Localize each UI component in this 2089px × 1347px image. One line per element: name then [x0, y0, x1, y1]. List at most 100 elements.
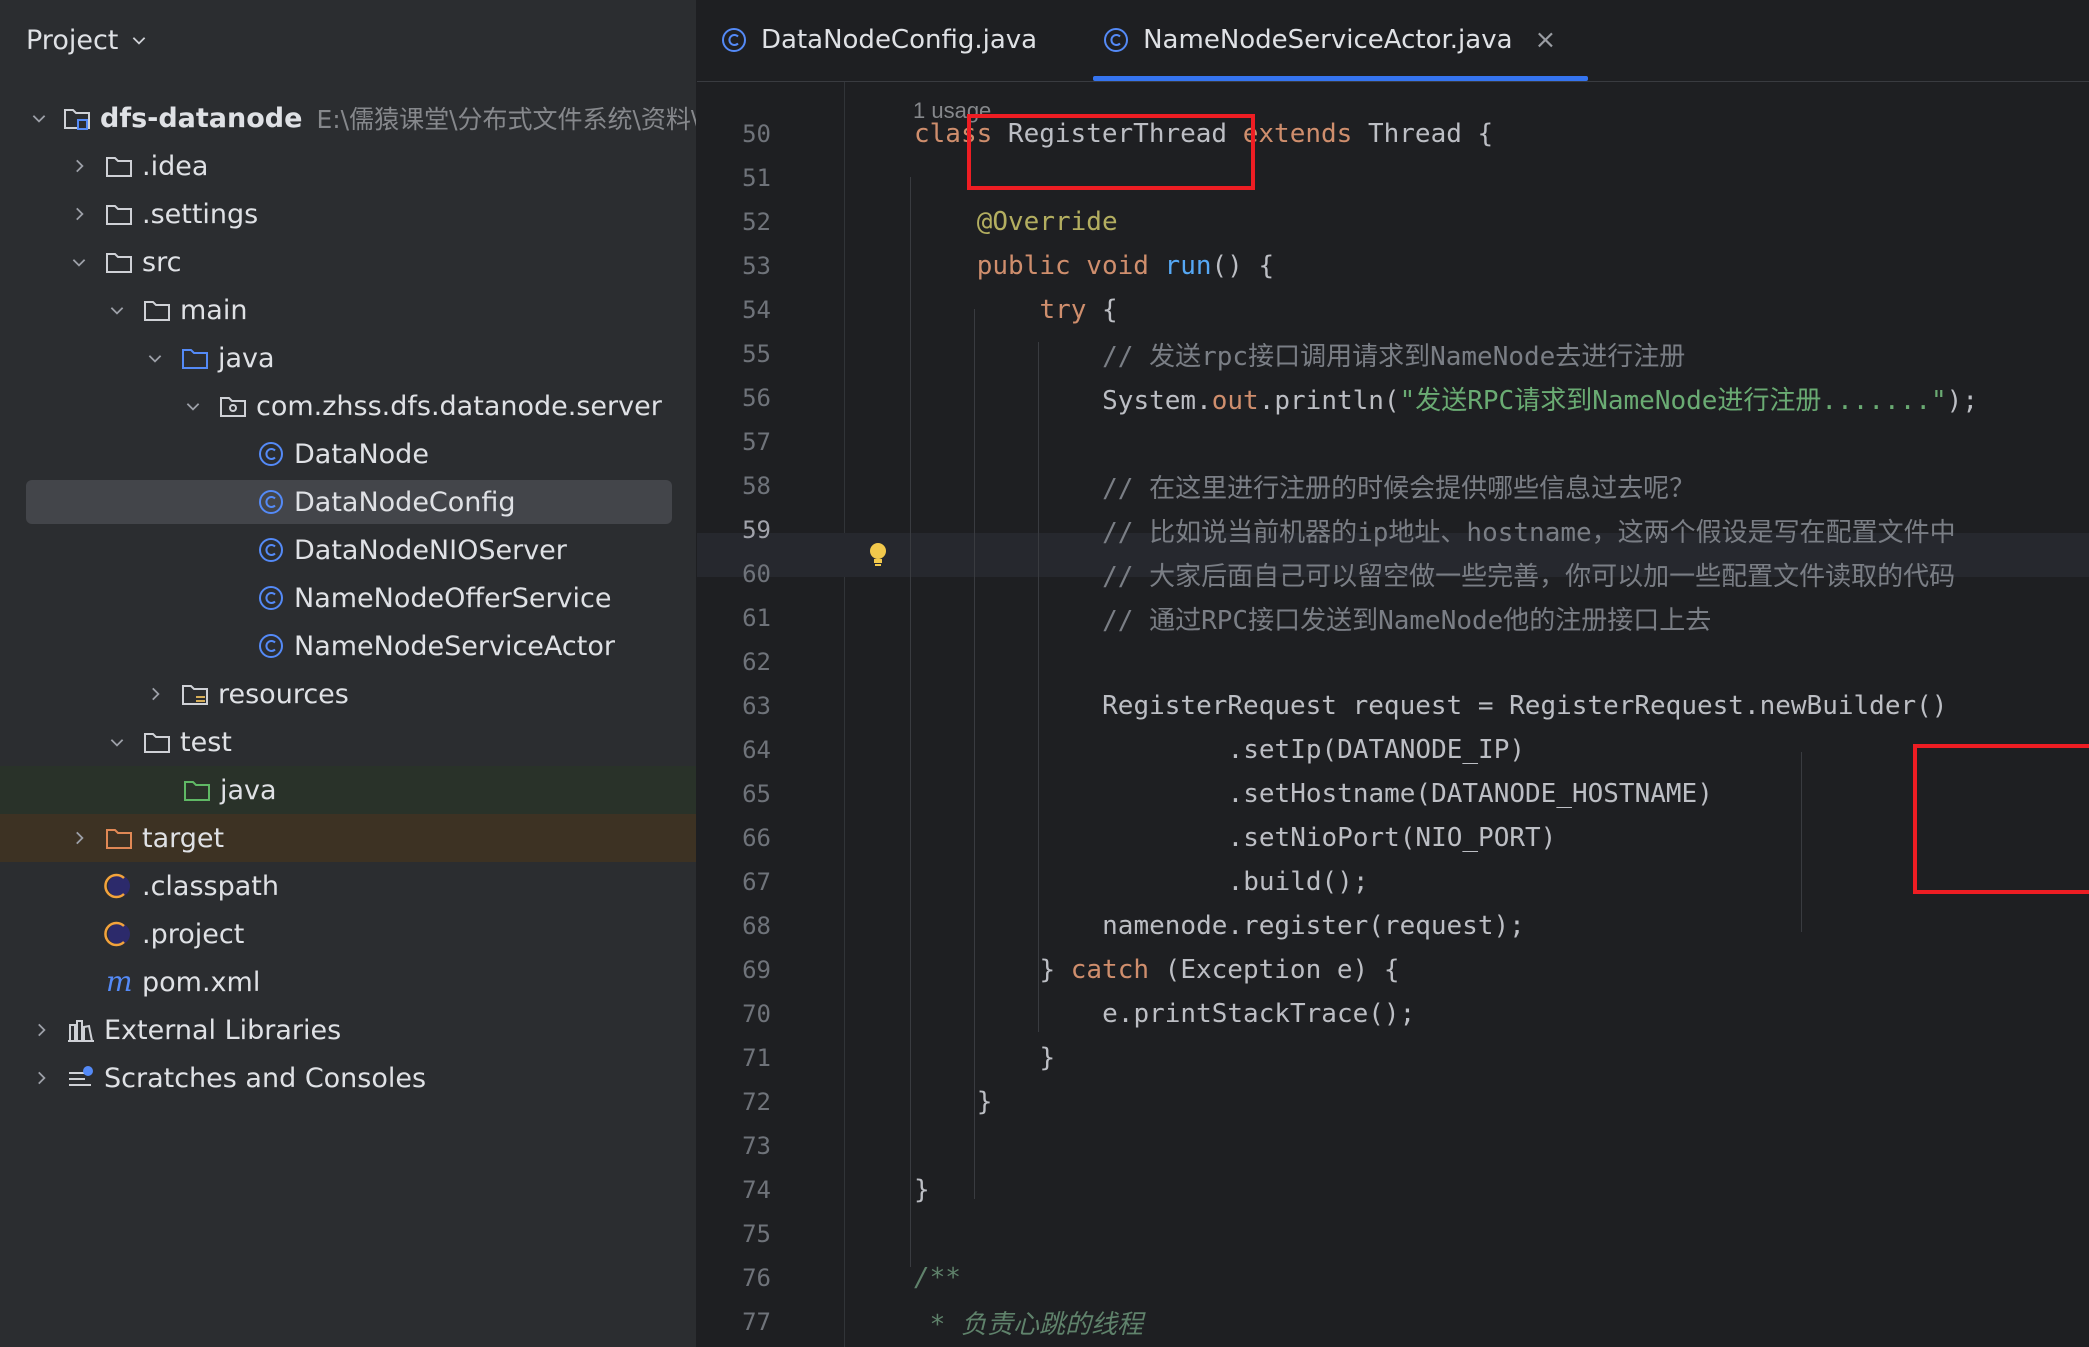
chevron-down-icon[interactable]: [182, 395, 204, 417]
line-number[interactable]: 59: [697, 516, 771, 544]
chevron-down-icon[interactable]: [68, 251, 90, 273]
tab-datanodeconfig[interactable]: DataNodeConfig.java: [719, 0, 1061, 81]
line-number[interactable]: 67: [697, 868, 771, 896]
project-panel-header[interactable]: Project: [0, 0, 696, 80]
code-line[interactable]: 56 System.out.println("发送RPC请求到NameNode进行…: [697, 376, 2089, 420]
tab-namenodeserviceactor[interactable]: NameNodeServiceActor.java ×: [1093, 0, 1589, 81]
tree-item-classpath[interactable]: .classpath: [0, 862, 696, 910]
code-line[interactable]: 52 @Override: [697, 200, 2089, 244]
line-number[interactable]: 65: [697, 780, 771, 808]
tree-item-java-test[interactable]: java: [0, 766, 696, 814]
line-number[interactable]: 53: [697, 252, 771, 280]
code-line[interactable]: 54 try {: [697, 288, 2089, 332]
chevron-right-icon[interactable]: [68, 827, 90, 849]
code-line[interactable]: 69} catch (Exception e) {: [697, 948, 2089, 992]
line-number[interactable]: 64: [697, 736, 771, 764]
line-number[interactable]: 54: [697, 296, 771, 324]
code-line[interactable]: 70 e.printStackTrace();: [697, 992, 2089, 1036]
line-number[interactable]: 76: [697, 1264, 771, 1292]
line-number[interactable]: 57: [697, 428, 771, 456]
chevron-down-icon[interactable]: [106, 299, 128, 321]
code-line[interactable]: 55 // 发送rpc接口调用请求到NameNode去进行注册: [697, 332, 2089, 376]
line-number[interactable]: 71: [697, 1044, 771, 1072]
tree-item-src[interactable]: src: [0, 238, 696, 286]
line-number[interactable]: 66: [697, 824, 771, 852]
line-number[interactable]: 55: [697, 340, 771, 368]
code-line[interactable]: 74}: [697, 1168, 2089, 1212]
code-line[interactable]: 53 public void run() {: [697, 244, 2089, 288]
line-number[interactable]: 68: [697, 912, 771, 940]
tree-item-datanode[interactable]: DataNode: [0, 430, 696, 478]
code-line[interactable]: 59 // 比如说当前机器的ip地址、hostname，这两个假设是写在配置文件中: [697, 508, 2089, 552]
chevron-right-icon[interactable]: [30, 1019, 52, 1041]
line-number[interactable]: 60: [697, 560, 771, 588]
line-number[interactable]: 70: [697, 1000, 771, 1028]
code-line[interactable]: 72}: [697, 1080, 2089, 1124]
line-number[interactable]: 74: [697, 1176, 771, 1204]
line-number[interactable]: 72: [697, 1088, 771, 1116]
code-line[interactable]: 68 namenode.register(request);: [697, 904, 2089, 948]
code-token: }: [1039, 955, 1071, 985]
line-number[interactable]: 52: [697, 208, 771, 236]
line-number[interactable]: 69: [697, 956, 771, 984]
chevron-down-icon[interactable]: [144, 347, 166, 369]
code-line[interactable]: 62: [697, 640, 2089, 684]
code-text: // 发送rpc接口调用请求到NameNode去进行注册: [1102, 336, 1685, 373]
chevron-right-icon[interactable]: [144, 683, 166, 705]
code-line[interactable]: 65 .setHostname(DATANODE_HOSTNAME): [697, 772, 2089, 816]
lightbulb-icon[interactable]: [865, 540, 891, 570]
code-line[interactable]: 60 // 大家后面自己可以留空做一些完善，你可以加一些配置文件读取的代码: [697, 552, 2089, 596]
tree-item-datanodenioserver[interactable]: DataNodeNIOServer: [0, 526, 696, 574]
code-editor[interactable]: 1 usage 50 class RegisterThread extends T…: [697, 82, 2089, 1347]
tree-item-package[interactable]: com.zhss.dfs.datanode.server: [0, 382, 696, 430]
chevron-right-icon[interactable]: [68, 155, 90, 177]
tree-item-external-libraries[interactable]: External Libraries: [0, 1006, 696, 1054]
tree-item-namenodeserviceactor[interactable]: NameNodeServiceActor: [0, 622, 696, 670]
tree-item-project-file[interactable]: .project: [0, 910, 696, 958]
tree-item-target[interactable]: target: [0, 814, 696, 862]
code-line[interactable]: 58 // 在这里进行注册的时候会提供哪些信息过去呢？: [697, 464, 2089, 508]
chevron-down-icon[interactable]: [130, 31, 148, 49]
chevron-down-icon[interactable]: [106, 731, 128, 753]
code-line[interactable]: 73: [697, 1124, 2089, 1168]
line-number[interactable]: 51: [697, 164, 771, 192]
line-number[interactable]: 50: [697, 120, 771, 148]
code-line[interactable]: 57: [697, 420, 2089, 464]
tree-item-resources[interactable]: resources: [0, 670, 696, 718]
line-number[interactable]: 77: [697, 1308, 771, 1336]
tree-item-test[interactable]: test: [0, 718, 696, 766]
chevron-right-icon[interactable]: [30, 1067, 52, 1089]
code-line[interactable]: 50 class RegisterThread extends Thread {: [697, 112, 2089, 156]
tree-item-idea[interactable]: .idea: [0, 142, 696, 190]
close-icon[interactable]: ×: [1535, 25, 1557, 55]
tree-item-scratches[interactable]: Scratches and Consoles: [0, 1054, 696, 1102]
code-line[interactable]: 71}: [697, 1036, 2089, 1080]
code-line[interactable]: 67 .build();: [697, 860, 2089, 904]
line-number[interactable]: 73: [697, 1132, 771, 1160]
tree-item-pom[interactable]: m pom.xml: [0, 958, 696, 1006]
code-line[interactable]: 64 .setIp(DATANODE_IP): [697, 728, 2089, 772]
line-number[interactable]: 61: [697, 604, 771, 632]
line-number[interactable]: 58: [697, 472, 771, 500]
code-line[interactable]: 63 RegisterRequest request = RegisterRequ…: [697, 684, 2089, 728]
code-line[interactable]: 66 .setNioPort(NIO_PORT): [697, 816, 2089, 860]
tree-item-datanodeconfig[interactable]: DataNodeConfig: [0, 478, 696, 526]
code-line[interactable]: 77 * 负责心跳的线程: [697, 1300, 2089, 1344]
tree-item-settings[interactable]: .settings: [0, 190, 696, 238]
chevron-down-icon[interactable]: [30, 107, 48, 129]
tree-item-java-source[interactable]: java: [0, 334, 696, 382]
tree-item-dfs-datanode[interactable]: dfs-datanode E:\儒猿课堂\分布式文件系统\资料\: [0, 94, 696, 142]
highlight-box-class-name: [967, 114, 1255, 190]
line-number[interactable]: 56: [697, 384, 771, 412]
folder-icon: [142, 727, 172, 757]
chevron-right-icon[interactable]: [68, 203, 90, 225]
line-number[interactable]: 63: [697, 692, 771, 720]
code-line[interactable]: 75: [697, 1212, 2089, 1256]
tree-item-namenodeofferservice[interactable]: NameNodeOfferService: [0, 574, 696, 622]
line-number[interactable]: 75: [697, 1220, 771, 1248]
line-number[interactable]: 62: [697, 648, 771, 676]
tree-item-main[interactable]: main: [0, 286, 696, 334]
code-line[interactable]: 61 // 通过RPC接口发送到NameNode他的注册接口上去: [697, 596, 2089, 640]
code-line[interactable]: 51: [697, 156, 2089, 200]
code-line[interactable]: 76 /**: [697, 1256, 2089, 1300]
